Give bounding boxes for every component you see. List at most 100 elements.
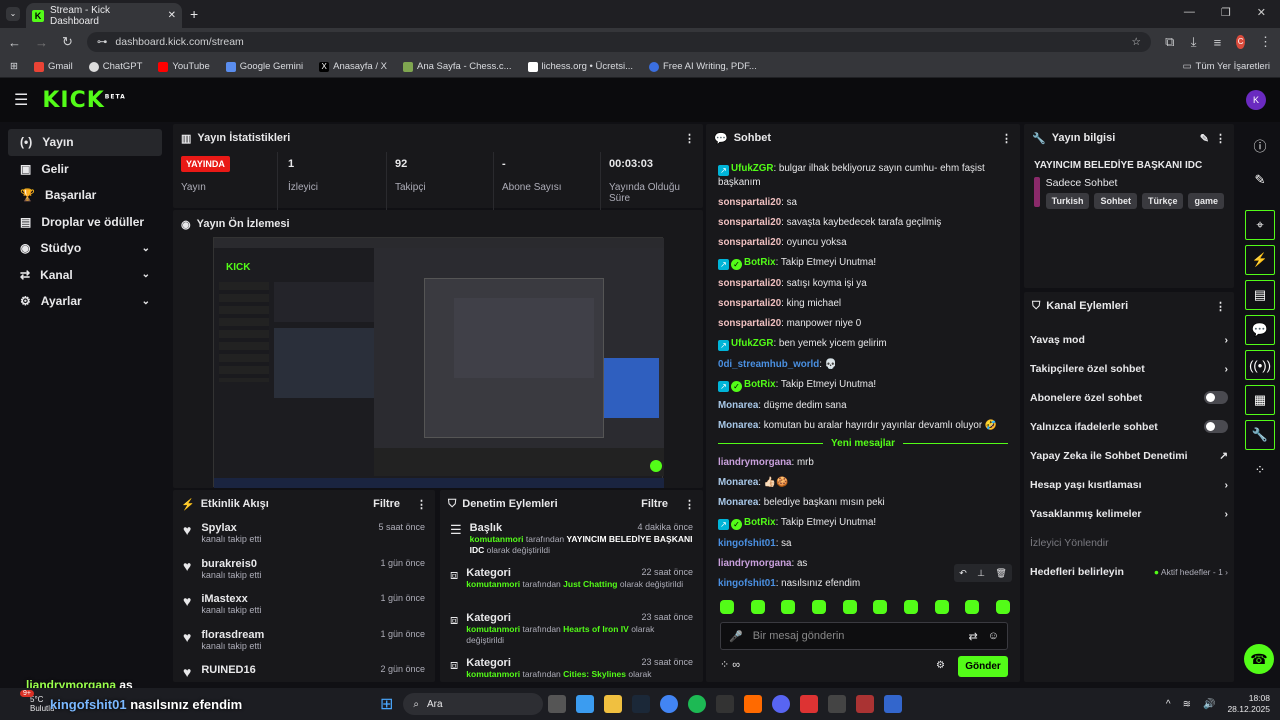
- info-icon[interactable]: ⓘ: [1245, 130, 1275, 160]
- layout-icon[interactable]: ▦: [1245, 385, 1275, 415]
- chat-username[interactable]: UfukZGR: [731, 338, 773, 349]
- chat-username[interactable]: UfukZGR: [731, 163, 773, 174]
- more-icon[interactable]: ⋮: [684, 498, 695, 511]
- emote-icon[interactable]: [995, 600, 1010, 614]
- profile-avatar[interactable]: C: [1236, 35, 1245, 49]
- app-icon[interactable]: [828, 695, 847, 713]
- chrome-icon[interactable]: [660, 695, 679, 713]
- taskbar-search[interactable]: ⌕ Ara: [403, 693, 544, 715]
- stream-preview-video[interactable]: KICK: [213, 237, 664, 488]
- chat-username[interactable]: sonspartali20: [718, 237, 781, 248]
- clip-icon[interactable]: ⌖: [1245, 210, 1275, 240]
- user-avatar[interactable]: K: [1246, 90, 1266, 110]
- category-name[interactable]: Sadece Sohbet: [1046, 177, 1224, 189]
- app-icon[interactable]: [800, 695, 819, 713]
- forward-icon[interactable]: →: [35, 35, 48, 50]
- spotify-icon[interactable]: [688, 695, 707, 713]
- emote-icon[interactable]: [934, 600, 949, 614]
- wrench-icon[interactable]: 🔧: [1245, 420, 1275, 450]
- sidebar-item-gelir[interactable]: ▣ Gelir: [8, 156, 162, 183]
- more-icon[interactable]: ⋮: [1215, 300, 1226, 313]
- action-subs-only[interactable]: Abonelere özel sohbet: [1024, 383, 1234, 412]
- app-icon[interactable]: [884, 695, 903, 713]
- emoji-icon[interactable]: ☺: [988, 630, 999, 642]
- action-account-age[interactable]: Hesap yaşı kısıtlaması ›: [1024, 470, 1234, 499]
- emote-icon[interactable]: [720, 600, 734, 614]
- chat-username[interactable]: Monarea: [718, 477, 758, 488]
- bookmark-star-icon[interactable]: ☆: [1131, 36, 1140, 48]
- hamburger-menu-icon[interactable]: ☰: [14, 90, 28, 110]
- action-banned-words[interactable]: Yasaklanmış kelimeler ›: [1024, 499, 1234, 528]
- reading-list-icon[interactable]: ≡: [1213, 35, 1223, 50]
- app-icon[interactable]: [856, 695, 875, 713]
- clock[interactable]: 18:08 28.12.2025: [1227, 693, 1270, 715]
- action-goals[interactable]: Hedefleri belirleyin ● Aktif hedefler - 1…: [1024, 557, 1234, 586]
- wifi-icon[interactable]: ≋: [1183, 699, 1191, 710]
- pin-icon[interactable]: ⊥: [977, 568, 985, 579]
- copilot-icon[interactable]: [576, 695, 595, 713]
- filter-button[interactable]: Filtre: [373, 498, 400, 510]
- tag[interactable]: Türkçe: [1141, 193, 1184, 209]
- sidebar-item-basarilar[interactable]: 🏆 Başarılar: [8, 182, 162, 209]
- bookmark-x[interactable]: X Anasayfa / X: [319, 61, 387, 72]
- windows-start-icon[interactable]: ⊞: [380, 694, 393, 714]
- sidebar-item-yayin[interactable]: (•) Yayın: [8, 129, 162, 156]
- volume-icon[interactable]: 🔊: [1203, 699, 1215, 710]
- emote-icon[interactable]: [842, 600, 857, 614]
- pencil-icon[interactable]: ✎: [1245, 165, 1275, 195]
- file-explorer-icon[interactable]: [604, 695, 623, 713]
- close-window-icon[interactable]: ✕: [1257, 6, 1266, 19]
- emote-icon[interactable]: [873, 600, 888, 614]
- more-icon[interactable]: ⋮: [1215, 132, 1226, 145]
- steam-icon[interactable]: [632, 695, 651, 713]
- emote-icon[interactable]: [781, 600, 796, 614]
- help-icon[interactable]: ☎: [1244, 644, 1274, 674]
- menu-icon[interactable]: ⋮: [1259, 34, 1272, 50]
- bookmark-gmail[interactable]: Gmail: [33, 61, 73, 72]
- bookmark-chatgpt[interactable]: ChatGPT: [88, 61, 142, 72]
- chat-input[interactable]: 🎤 Bir mesaj gönderin ⇄ ☺: [720, 622, 1008, 650]
- emote-icon[interactable]: [811, 600, 826, 614]
- emote-icon[interactable]: [750, 600, 765, 614]
- minimize-icon[interactable]: —: [1184, 6, 1195, 19]
- chat-bubble-icon[interactable]: 💬: [1245, 315, 1275, 345]
- notes-icon[interactable]: ▤: [1245, 280, 1275, 310]
- browser-tab[interactable]: K Stream - Kick Dashboard ✕: [26, 3, 182, 28]
- chat-username[interactable]: BotRix: [744, 257, 776, 268]
- restore-icon[interactable]: ❐: [1221, 6, 1231, 19]
- chat-username[interactable]: sonspartali20: [718, 197, 781, 208]
- lightning-icon[interactable]: ⚡: [1245, 245, 1275, 275]
- discord-icon[interactable]: [772, 695, 791, 713]
- url-field[interactable]: ⊶ dashboard.kick.com/stream ☆: [86, 32, 1151, 52]
- chat-username[interactable]: BotRix: [744, 379, 776, 390]
- chat-username[interactable]: BotRix: [744, 517, 776, 528]
- chat-username[interactable]: sonspartali20: [718, 318, 781, 329]
- chat-username[interactable]: kingofshit01: [718, 538, 776, 549]
- toggle-switch[interactable]: [1204, 391, 1228, 404]
- tag[interactable]: game: [1188, 193, 1224, 209]
- epic-games-icon[interactable]: [716, 695, 735, 713]
- delete-icon[interactable]: 🗑: [995, 568, 1006, 579]
- chat-username[interactable]: liandrymorgana: [718, 558, 792, 569]
- task-view-icon[interactable]: [548, 695, 567, 713]
- apps-icon[interactable]: ⊞: [10, 61, 18, 72]
- tag[interactable]: Turkish: [1045, 193, 1090, 209]
- apps-dots-icon[interactable]: ⁘: [1245, 455, 1275, 485]
- tray-arrow-icon[interactable]: ^: [1166, 699, 1171, 710]
- more-icon[interactable]: ⋮: [684, 132, 695, 145]
- site-info-icon[interactable]: ⊶: [97, 36, 108, 48]
- mic-icon[interactable]: 🎤: [729, 630, 743, 643]
- chat-username[interactable]: Monarea: [718, 420, 758, 431]
- action-followers-only[interactable]: Takipçilere özel sohbet ›: [1024, 354, 1234, 383]
- filter-button[interactable]: Filtre: [641, 498, 668, 510]
- send-button[interactable]: Gönder: [958, 656, 1008, 677]
- extensions-icon[interactable]: ⧉: [1165, 34, 1175, 50]
- app-icon[interactable]: [744, 695, 763, 713]
- more-icon[interactable]: ⋮: [1001, 132, 1012, 145]
- category-thumbnail[interactable]: [1034, 177, 1040, 207]
- action-ai-moderation[interactable]: Yapay Zeka ile Sohbet Denetimi ↗: [1024, 441, 1234, 470]
- download-icon[interactable]: ⤓: [1189, 34, 1199, 50]
- bookmark-youtube[interactable]: YouTube: [158, 61, 210, 72]
- action-slow-mode[interactable]: Yavaş mod ›: [1024, 325, 1234, 354]
- close-tab-icon[interactable]: ✕: [168, 10, 176, 21]
